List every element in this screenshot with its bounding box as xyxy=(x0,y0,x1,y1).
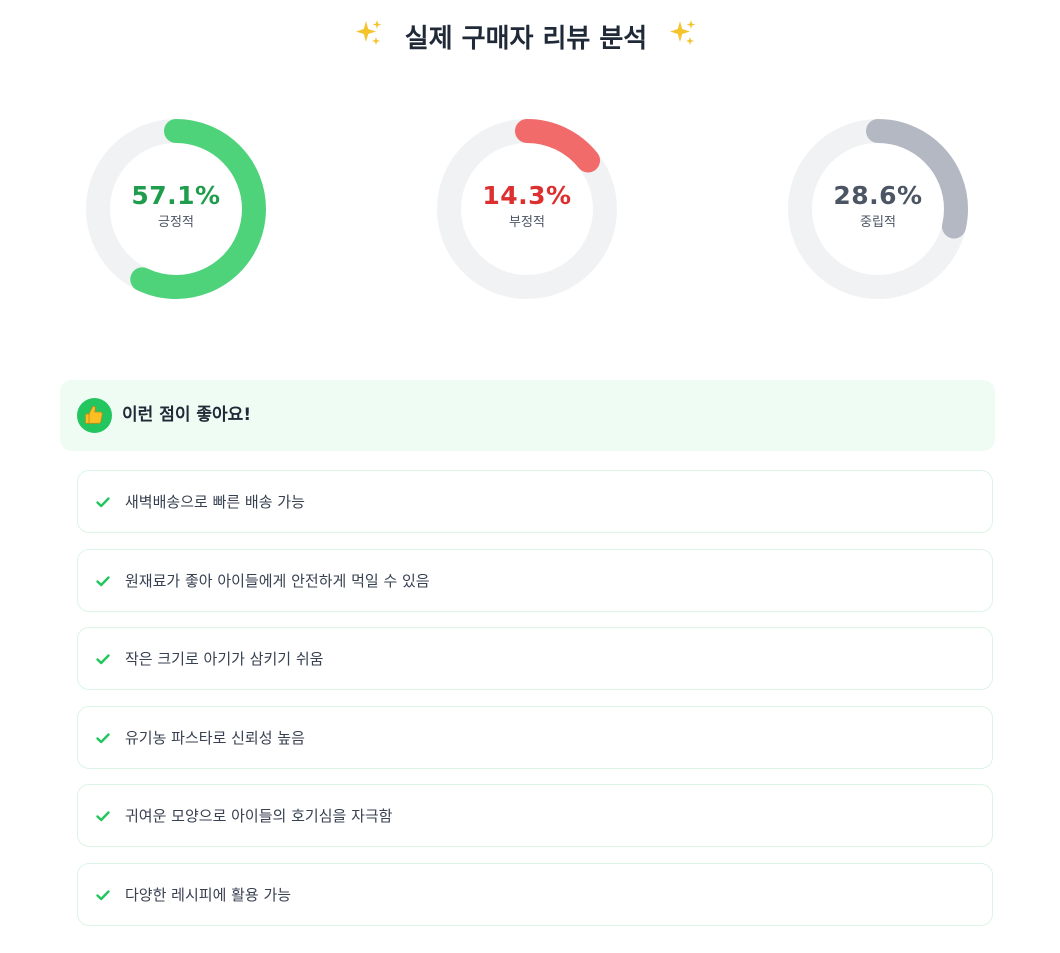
list-item: 유기농 파스타로 신뢰성 높음 xyxy=(77,706,993,769)
check-icon xyxy=(96,576,110,587)
list-item-text: 유기농 파스타로 신뢰성 높음 xyxy=(125,729,305,747)
list-item: 새벽배송으로 빠른 배송 가능 xyxy=(77,470,993,533)
list-item: 다양한 레시피에 활용 가능 xyxy=(77,863,993,926)
list-item-text: 귀여운 모양으로 아이들의 호기심을 자극함 xyxy=(125,807,393,825)
list-item-text: 새벽배송으로 빠른 배송 가능 xyxy=(125,493,305,511)
neutral-donut: 28.6% 중립적 xyxy=(787,118,969,300)
negative-donut: 14.3% 부정적 xyxy=(436,118,618,300)
positive-percent: 57.1% xyxy=(131,181,221,210)
review-analysis-page: 실제 구매자 리뷰 분석 57.1% 긍정적 14.3% 부정적 28.6% 중… xyxy=(0,0,1060,953)
neutral-percent: 28.6% xyxy=(833,181,923,210)
list-item: 작은 크기로 아기가 삼키기 쉬움 xyxy=(77,627,993,690)
list-item-text: 원재료가 좋아 아이들에게 안전하게 먹일 수 있음 xyxy=(125,572,430,590)
positive-donut: 57.1% 긍정적 xyxy=(85,118,267,300)
check-icon xyxy=(96,733,110,744)
sparkles-icon xyxy=(354,18,384,60)
pros-header: 이런 점이 좋아요! xyxy=(60,380,995,451)
negative-percent: 14.3% xyxy=(482,181,572,210)
negative-label: 부정적 xyxy=(509,215,545,230)
positive-label: 긍정적 xyxy=(158,215,194,230)
check-icon xyxy=(96,811,110,822)
thumbs-up-icon xyxy=(77,398,112,433)
page-title: 실제 구매자 리뷰 분석 xyxy=(0,18,1052,60)
list-item: 귀여운 모양으로 아이들의 호기심을 자극함 xyxy=(77,784,993,847)
check-icon xyxy=(96,497,110,508)
sparkles-icon xyxy=(668,18,698,60)
check-icon xyxy=(96,890,110,901)
list-item-text: 작은 크기로 아기가 삼키기 쉬움 xyxy=(125,650,324,668)
list-item-text: 다양한 레시피에 활용 가능 xyxy=(125,886,292,904)
pros-title: 이런 점이 좋아요! xyxy=(122,405,252,425)
check-icon xyxy=(96,654,110,665)
list-item: 원재료가 좋아 아이들에게 안전하게 먹일 수 있음 xyxy=(77,549,993,612)
neutral-label: 중립적 xyxy=(860,215,896,230)
page-title-text: 실제 구매자 리뷰 분석 xyxy=(404,24,648,54)
